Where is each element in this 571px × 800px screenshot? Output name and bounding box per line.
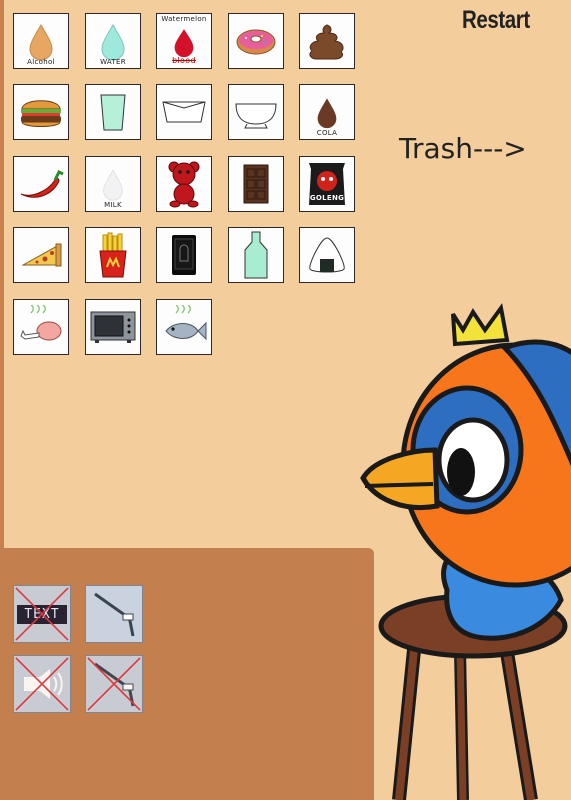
item-microwave[interactable] xyxy=(85,299,141,355)
cola-drop-icon xyxy=(317,98,337,129)
red-drop-icon xyxy=(174,29,194,58)
milk-drop-icon xyxy=(103,169,123,201)
item-teddy-bear[interactable] xyxy=(156,156,212,212)
left-edge xyxy=(0,0,4,548)
glass-icon xyxy=(100,94,126,131)
tray-icon xyxy=(162,101,206,123)
item-label: COLA xyxy=(316,129,338,137)
chocolate-bar-icon xyxy=(243,164,269,204)
item-grid: Alcohol WATER Watermelon blood COLA MILK xyxy=(13,13,373,359)
restart-button[interactable]: Restart xyxy=(462,6,530,35)
item-milk[interactable]: MILK xyxy=(85,156,141,212)
bird xyxy=(360,303,571,641)
item-label: GOLENG xyxy=(309,194,345,202)
burger-icon xyxy=(21,100,61,127)
item-watermelon[interactable]: Watermelon blood xyxy=(156,13,212,69)
phone-icon xyxy=(172,235,196,275)
item-poop[interactable] xyxy=(299,13,355,69)
item-cola[interactable]: COLA xyxy=(299,84,355,140)
bowl-icon xyxy=(235,103,277,129)
desk-lamp-icon xyxy=(94,592,135,637)
item-alcohol[interactable]: Alcohol xyxy=(13,13,69,69)
sound-toggle-button[interactable] xyxy=(13,655,71,713)
text-toggle-button[interactable]: TEXT xyxy=(13,585,71,643)
item-chocolate[interactable] xyxy=(228,156,284,212)
pizza-slice-icon xyxy=(21,243,62,267)
teddy-bear-icon xyxy=(168,161,200,208)
item-bottle[interactable] xyxy=(228,227,284,283)
desk-lamp-off-icon xyxy=(94,662,135,707)
donut-icon xyxy=(236,29,276,55)
item-chili[interactable] xyxy=(13,156,69,212)
item-label: Alcohol xyxy=(27,58,55,66)
item-label: MILK xyxy=(104,201,122,209)
chili-pepper-icon xyxy=(20,169,64,198)
item-glass[interactable] xyxy=(85,84,141,140)
water-drop-icon xyxy=(101,24,125,61)
item-label: Watermelon xyxy=(161,15,207,23)
alcohol-drop-icon xyxy=(29,24,53,61)
fish-icon xyxy=(165,305,207,341)
bird-scene xyxy=(360,303,571,800)
item-burger[interactable] xyxy=(13,84,69,140)
item-bowl[interactable] xyxy=(228,84,284,140)
poop-icon xyxy=(309,24,344,60)
sound-off-icon xyxy=(24,669,63,699)
item-fries[interactable] xyxy=(85,227,141,283)
trash-label: Trash---> xyxy=(399,132,527,165)
item-chips[interactable]: GOLENG xyxy=(299,156,355,212)
control-panel: TEXT xyxy=(0,548,374,800)
item-pizza[interactable] xyxy=(13,227,69,283)
chicken-leg-icon xyxy=(20,305,62,341)
item-tray[interactable] xyxy=(156,84,212,140)
lamp-off-button[interactable] xyxy=(85,655,143,713)
item-sublabel: blood xyxy=(172,56,196,65)
item-water[interactable]: WATER xyxy=(85,13,141,69)
item-donut[interactable] xyxy=(228,13,284,69)
item-fish[interactable] xyxy=(156,299,212,355)
bottle-icon xyxy=(244,231,268,279)
item-label: WATER xyxy=(100,58,126,66)
text-chip: TEXT xyxy=(17,604,67,624)
fries-icon xyxy=(99,232,127,278)
item-drumstick[interactable] xyxy=(13,299,69,355)
onigiri-icon xyxy=(309,237,345,273)
lamp-button[interactable] xyxy=(85,585,143,643)
item-onigiri[interactable] xyxy=(299,227,355,283)
item-phone[interactable] xyxy=(156,227,212,283)
microwave-icon xyxy=(90,311,136,343)
